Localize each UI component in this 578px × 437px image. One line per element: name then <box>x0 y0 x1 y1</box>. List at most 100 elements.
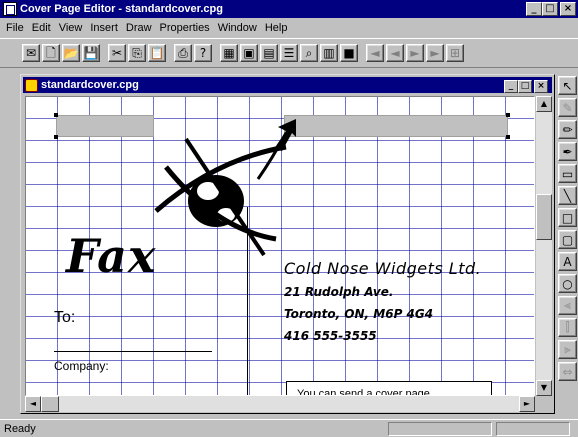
align-left-icon[interactable]: ⫷ <box>558 296 577 315</box>
scroll-left-icon[interactable]: ◄ <box>25 396 41 412</box>
menu-edit[interactable]: Edit <box>28 22 55 34</box>
align-button[interactable]: ▦ <box>220 44 238 62</box>
zoom-icon: ⌕ <box>305 46 313 60</box>
fax-logo-text[interactable]: Fax <box>66 229 156 283</box>
vertical-scroll-thumb[interactable] <box>536 194 552 240</box>
new-mail-button[interactable]: ✉ <box>22 44 40 62</box>
document-title-bar[interactable]: standardcover.cpg _ □ × <box>23 77 552 93</box>
document-window[interactable]: standardcover.cpg _ □ × Fax Cold Nose Wi… <box>20 74 555 414</box>
list-button[interactable]: ☰ <box>280 44 298 62</box>
frame-button[interactable]: ▣ <box>240 44 258 62</box>
scroll-down-icon[interactable]: ▼ <box>536 380 552 396</box>
doc-close-button[interactable]: × <box>534 80 548 93</box>
horizontal-scrollbar[interactable]: ◄ ► <box>25 396 535 412</box>
save-button[interactable]: 💾 <box>82 44 100 62</box>
move-left2-icon: ◄ <box>390 46 400 60</box>
paste-button[interactable]: 📋 <box>148 44 166 62</box>
move-left-button[interactable]: ◄ <box>366 44 384 62</box>
text-icon[interactable]: A <box>558 252 577 271</box>
doc-maximize-button[interactable]: □ <box>518 80 532 93</box>
move-right-icon: ► <box>410 46 420 60</box>
minimize-button[interactable]: _ <box>526 2 542 16</box>
selection-handle[interactable] <box>54 135 58 139</box>
new-mail-icon: ✉ <box>25 46 37 60</box>
company-name-text[interactable]: Cold Nose Widgets Ltd. <box>284 259 481 278</box>
menu-file[interactable]: File <box>2 22 28 34</box>
page-button[interactable]: ▤ <box>260 44 278 62</box>
header-bar-right[interactable] <box>284 115 508 137</box>
window-controls: _ □ × <box>526 2 576 16</box>
address-line-1[interactable]: 21 Rudolph Ave. <box>284 285 393 299</box>
title-bar: Cover Page Editor - standardcover.cpg _ … <box>0 0 578 18</box>
menu-draw[interactable]: Draw <box>122 22 156 34</box>
open-icon: 📂 <box>63 46 79 60</box>
window-title: Cover Page Editor - standardcover.cpg <box>20 3 223 15</box>
globe-logo[interactable] <box>146 119 296 259</box>
list-icon: ☰ <box>283 46 295 60</box>
new-icon: 🗋 <box>46 46 56 60</box>
note-box[interactable]: You can send a cover page <box>286 381 492 395</box>
pointer-icon[interactable]: ↖ <box>558 76 577 95</box>
address-line-2[interactable]: Toronto, ON, M6P 4G4 <box>284 307 433 321</box>
color-button[interactable]: ■ <box>340 44 358 62</box>
grid-button[interactable]: ▥ <box>320 44 338 62</box>
align-center-icon[interactable]: ⫿ <box>558 318 577 337</box>
print-button[interactable]: ⎙ <box>174 44 192 62</box>
align-icon: ▦ <box>223 46 235 60</box>
move-right2-button[interactable]: ► <box>426 44 444 62</box>
menu-window[interactable]: Window <box>214 22 261 34</box>
pen-icon[interactable]: ✒ <box>558 142 577 161</box>
scroll-right-icon[interactable]: ► <box>519 396 535 412</box>
ellipse-icon[interactable]: ○ <box>558 274 577 293</box>
snap-button[interactable]: ⊞ <box>446 44 464 62</box>
menu-view[interactable]: View <box>55 22 87 34</box>
textbox-icon[interactable]: ▭ <box>558 164 577 183</box>
maximize-button[interactable]: □ <box>542 2 558 16</box>
eraser-icon[interactable]: ✎ <box>558 98 577 117</box>
to-label[interactable]: To: <box>54 309 75 327</box>
print-icon: ⎙ <box>178 46 188 60</box>
phone-text[interactable]: 416 555-3555 <box>284 329 377 343</box>
move-left2-button[interactable]: ◄ <box>386 44 404 62</box>
open-button[interactable]: 📂 <box>62 44 80 62</box>
copy-button[interactable]: ⎘ <box>128 44 146 62</box>
rounded-rect-icon[interactable]: ▢ <box>558 230 577 249</box>
selection-handle[interactable] <box>506 113 510 117</box>
menu-insert[interactable]: Insert <box>86 22 122 34</box>
help-button[interactable]: ? <box>194 44 212 62</box>
help-icon: ? <box>199 46 207 60</box>
align-right-icon[interactable]: ⫸ <box>558 340 577 359</box>
rectangle-icon[interactable]: □ <box>558 208 577 227</box>
cover-page-canvas[interactable]: Fax Cold Nose Widgets Ltd. 21 Rudolph Av… <box>25 96 535 396</box>
cut-icon: ✂ <box>111 46 123 60</box>
menu-properties[interactable]: Properties <box>156 22 214 34</box>
distribute-icon[interactable]: ⇔ <box>558 362 577 381</box>
color-icon: ■ <box>343 46 355 60</box>
move-right-button[interactable]: ► <box>406 44 424 62</box>
menu-help[interactable]: Help <box>261 22 292 34</box>
pencil-icon[interactable]: ✏ <box>558 120 577 139</box>
move-left-icon: ◄ <box>370 46 380 60</box>
line-icon[interactable]: ╲ <box>558 186 577 205</box>
doc-minimize-button[interactable]: _ <box>504 80 518 93</box>
horizontal-scroll-thumb[interactable] <box>41 396 59 412</box>
document-title: standardcover.cpg <box>41 79 139 91</box>
company-label[interactable]: Company: <box>54 359 109 373</box>
copy-icon: ⎘ <box>132 46 142 60</box>
scroll-up-icon[interactable]: ▲ <box>536 96 552 112</box>
cut-button[interactable]: ✂ <box>108 44 126 62</box>
snap-icon: ⊞ <box>449 46 461 60</box>
vertical-scrollbar[interactable]: ▲ ▼ <box>536 96 552 396</box>
new-button[interactable]: 🗋 <box>42 44 60 62</box>
zoom-button[interactable]: ⌕ <box>300 44 318 62</box>
close-button[interactable]: × <box>560 2 576 16</box>
selection-handle[interactable] <box>506 135 510 139</box>
selection-handle[interactable] <box>54 113 58 117</box>
to-underline <box>54 351 212 352</box>
size-grip-icon[interactable] <box>536 396 552 412</box>
frame-icon: ▣ <box>243 46 255 60</box>
app-icon <box>3 2 17 16</box>
header-bar-left[interactable] <box>56 115 154 137</box>
grid-icon: ▥ <box>323 46 335 60</box>
document-icon <box>25 78 38 92</box>
